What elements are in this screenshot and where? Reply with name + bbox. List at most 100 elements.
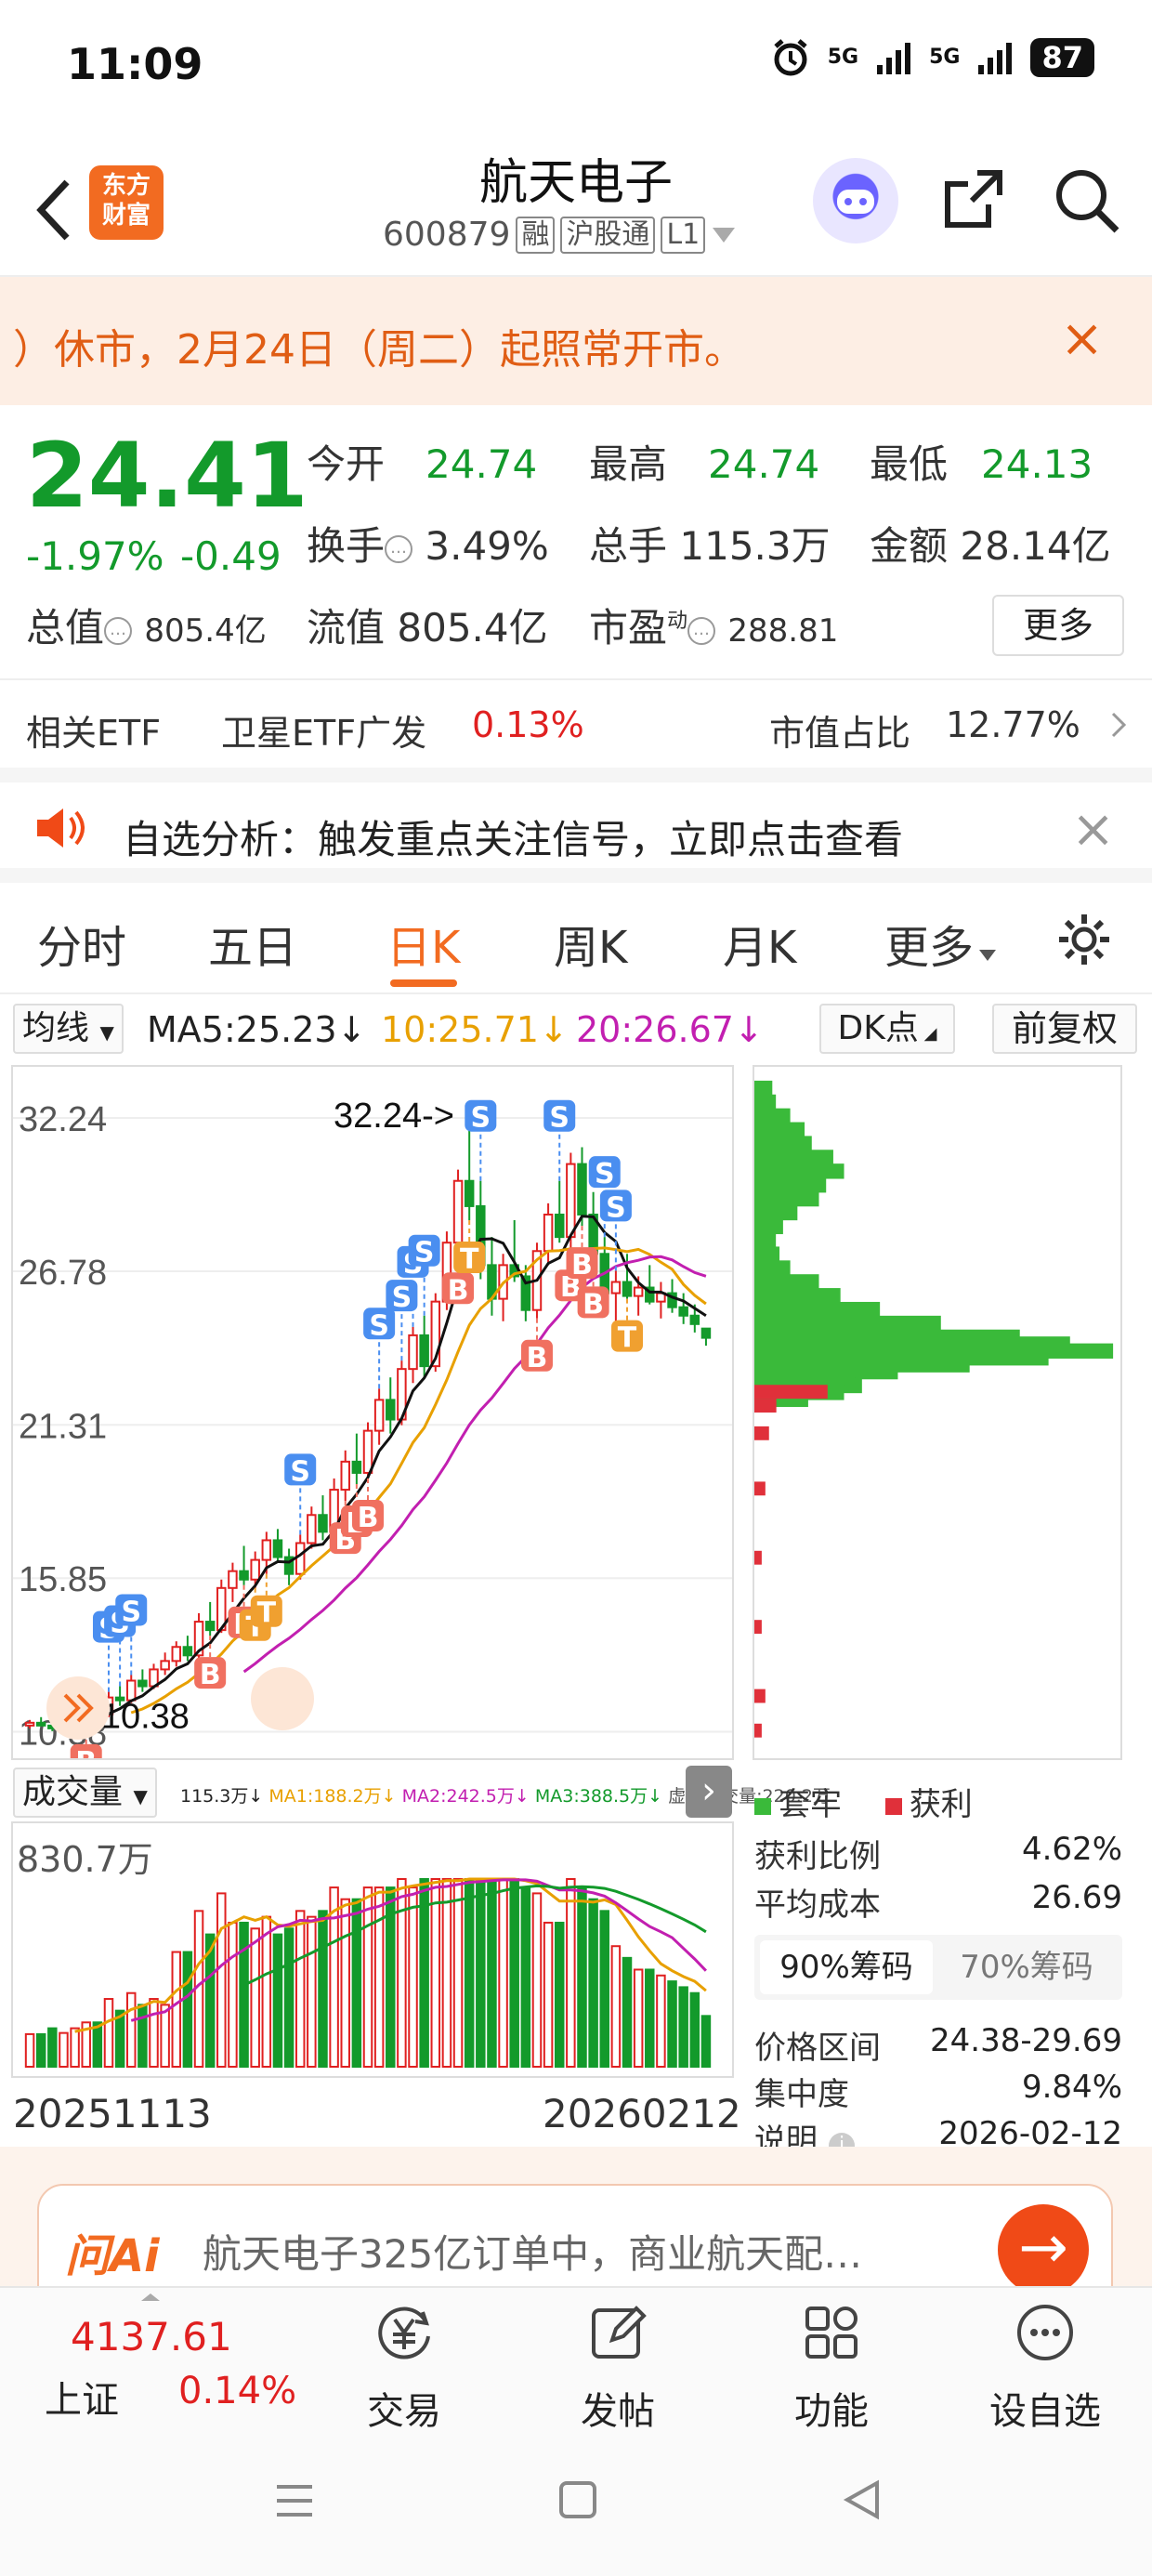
- close-icon[interactable]: ×: [1060, 309, 1104, 369]
- ai-robot-icon[interactable]: [813, 158, 898, 243]
- watchlist-analysis-banner[interactable]: 自选分析：触发重点关注信号，立即点击查看 ×: [0, 768, 1152, 883]
- candlestick-svg: 32.2426.7821.3115.8510.38BSSSBBTTSBBBSSS…: [13, 1097, 732, 1779]
- chip-bar: [754, 1080, 773, 1097]
- dk-point-toggle[interactable]: DK点 ◢: [819, 1004, 955, 1054]
- grid-icon: [805, 2307, 857, 2359]
- chip-legend: 套牢 获利: [754, 1779, 1122, 1824]
- dropdown-triangle-icon[interactable]: [711, 226, 737, 244]
- candle-body: [386, 1399, 396, 1421]
- candle-body: [295, 1542, 306, 1575]
- volume-bar: [283, 1927, 295, 2068]
- volume-bar: [689, 1991, 700, 2068]
- chip-bar: [754, 1218, 783, 1235]
- volume-bar: [554, 1921, 565, 2068]
- signal-label: S: [595, 1158, 615, 1190]
- menu-icon[interactable]: [273, 2479, 316, 2522]
- signal-label: B: [571, 1249, 593, 1281]
- candle-body: [408, 1334, 418, 1371]
- signal-label: B: [200, 1659, 221, 1691]
- candle-body: [307, 1514, 317, 1544]
- post-button[interactable]: 发帖: [548, 2299, 687, 2435]
- tab-monthly-k[interactable]: 月K: [723, 911, 796, 976]
- trade-button[interactable]: 交易: [334, 2299, 474, 2435]
- candle-body: [250, 1558, 260, 1581]
- banner-text: 自选分析：触发重点关注信号，立即点击查看: [123, 817, 904, 862]
- search-icon[interactable]: [1052, 165, 1122, 236]
- stock-code-row[interactable]: 600879 融 沪股通 L1: [383, 216, 737, 254]
- kline-chart[interactable]: 32.2426.7821.3115.8510.38BSSSBBTTSBBBSSS…: [11, 1065, 734, 1779]
- tab-70-chips[interactable]: 70%筹码: [940, 1940, 1113, 1994]
- tab-daily-k[interactable]: 日K: [386, 911, 460, 976]
- close-icon[interactable]: ×: [1071, 799, 1115, 860]
- tab-intraday[interactable]: 分时: [37, 911, 126, 976]
- signal-label: S: [471, 1102, 491, 1135]
- volume-bar: [24, 2032, 35, 2068]
- candle-body: [160, 1660, 170, 1671]
- more-dots-icon: [1017, 2305, 1073, 2360]
- active-tab-indicator: [390, 979, 457, 987]
- volume-bar: [498, 1878, 508, 2068]
- volume-bar: [239, 1921, 249, 2068]
- volume-bar: [656, 1974, 666, 2068]
- chip-bar: [754, 1122, 805, 1137]
- profit-chip-bar: [754, 1689, 766, 1703]
- volume-chart[interactable]: 830.7万: [11, 1821, 734, 2078]
- related-etf-row[interactable]: 相关ETF 卫星ETF广发 0.13% 市值占比 12.77%: [0, 678, 1152, 768]
- chip-bar: [754, 1108, 791, 1124]
- candle-body: [689, 1314, 700, 1325]
- candle-body: [362, 1429, 373, 1474]
- price-range-row: 价格区间 24.38-29.69: [754, 2022, 1122, 2067]
- tab-five-day[interactable]: 五日: [208, 911, 297, 976]
- arrow-right-icon[interactable]: →: [998, 2204, 1089, 2295]
- home-square-icon[interactable]: [557, 2479, 598, 2520]
- volume-bar: [149, 1998, 159, 2068]
- concentration-row: 集中度 9.84%: [754, 2069, 1122, 2113]
- candle-body: [182, 1646, 193, 1657]
- chip-bar: [754, 1136, 812, 1151]
- more-quote-button[interactable]: 更多: [992, 595, 1124, 656]
- profit-chip-bar: [754, 1481, 766, 1496]
- indicator-selector[interactable]: 均线 ▼: [13, 1004, 124, 1054]
- volume-bar: [126, 1991, 137, 2068]
- signal-label: S: [549, 1102, 569, 1135]
- candle-body: [700, 1327, 712, 1339]
- connect-tag: 沪股通: [560, 216, 656, 254]
- profit-ratio-row: 获利比例 4.62%: [754, 1831, 1122, 1875]
- dropdown-triangle-icon: [979, 950, 997, 961]
- candle-body: [351, 1460, 362, 1474]
- volume-bar: [622, 1956, 633, 2068]
- volume-bar: [47, 2027, 58, 2068]
- signal-5g-label: 5G: [827, 46, 859, 69]
- volume-bar: [59, 2031, 69, 2068]
- volume-selector[interactable]: 成交量 ▼: [13, 1768, 157, 1818]
- forward-adjust-button[interactable]: 前复权: [992, 1004, 1137, 1054]
- volume-bar: [509, 1878, 519, 2068]
- candle-body: [452, 1179, 464, 1244]
- tab-90-chips[interactable]: 90%筹码: [760, 1940, 933, 1994]
- volume-bar: [588, 1898, 598, 2068]
- volume-bar: [340, 1898, 350, 2068]
- volume-bar: [295, 1910, 306, 2068]
- chevron-right-icon[interactable]: ›: [686, 1766, 732, 1818]
- index-pct: 0.14%: [178, 2370, 297, 2412]
- candle-body: [610, 1281, 622, 1295]
- functions-button[interactable]: 功能: [762, 2299, 901, 2435]
- chevron-right-icon: [1111, 712, 1127, 738]
- tab-more[interactable]: 更多: [884, 911, 998, 976]
- chip-bar: [754, 1204, 798, 1221]
- index-ticker[interactable]: 4137.61 上证 0.14%: [24, 2288, 303, 2427]
- add-watchlist-button[interactable]: 设自选: [975, 2299, 1115, 2435]
- volume-bar: [487, 1878, 497, 2068]
- chip-bar: [754, 1190, 819, 1207]
- profit-chip-bar: [754, 1385, 828, 1400]
- settings-gear-icon[interactable]: [1055, 911, 1113, 968]
- avg-cost-row: 平均成本 26.69: [754, 1879, 1122, 1924]
- share-icon[interactable]: [940, 165, 1007, 232]
- mv-ratio-label: 市值占比: [769, 713, 911, 754]
- chip-bar: [754, 1150, 833, 1165]
- volume-bar: [216, 1892, 227, 2068]
- chip-profile-svg: [754, 1080, 1114, 1738]
- tab-weekly-k[interactable]: 周K: [554, 911, 627, 976]
- back-triangle-icon[interactable]: [842, 2479, 883, 2520]
- scroll-icon: [251, 1667, 314, 1730]
